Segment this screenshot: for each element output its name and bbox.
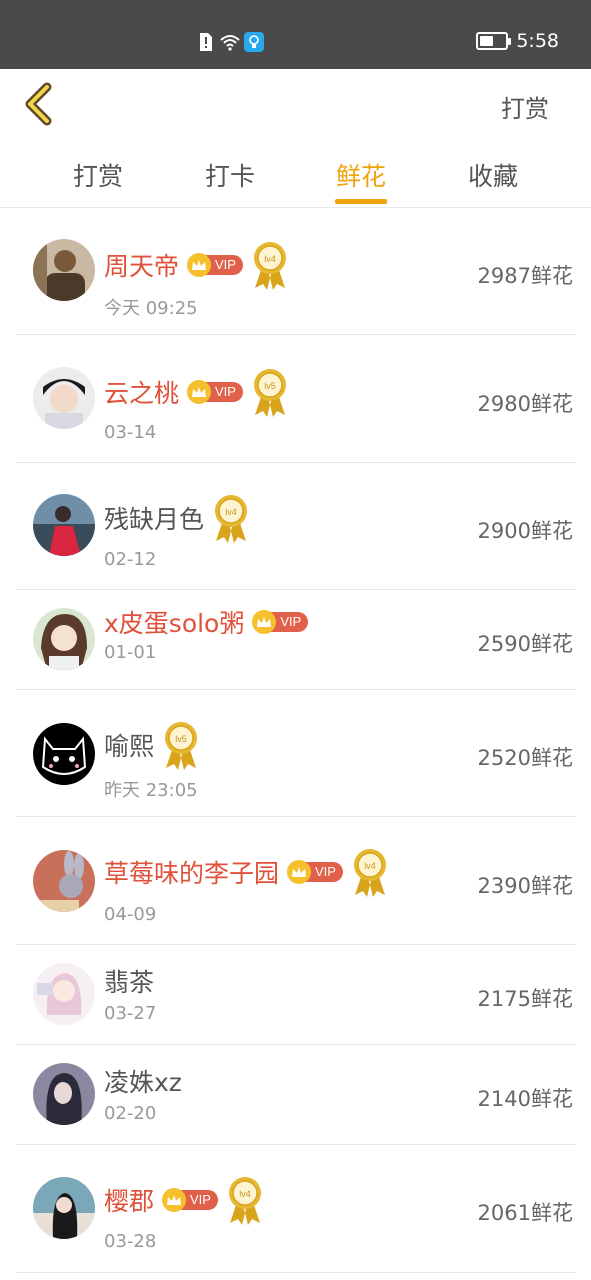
svg-text:lv4: lv4 [364,861,376,871]
avatar[interactable] [33,608,95,670]
status-bar: 5:58 [0,0,591,69]
vip-badge: VIP [187,253,243,277]
user-name: 周天帝 [104,252,180,281]
svg-text:lv5: lv5 [175,734,187,744]
level-medal-icon: lv4 [253,242,286,290]
user-name: 翡茶 [104,968,155,997]
user-name: x皮蛋solo粥 [104,609,245,638]
flower-count: 2987鲜花 [477,264,573,288]
level-medal-icon: lv5 [253,369,286,417]
svg-text:lv4: lv4 [225,507,237,517]
level-medal-icon: lv5 [165,722,198,770]
crown-icon [287,860,312,884]
crown-icon [162,1188,187,1212]
user-name: 草莓味的李子园 [104,859,280,888]
date-label: 昨天 23:05 [104,780,198,801]
flower-count: 2175鲜花 [477,987,573,1011]
user-name: 凌姝xz [104,1068,182,1097]
flower-count: 2900鲜花 [477,519,573,543]
vip-badge: VIP [162,1188,218,1212]
flower-count: 2520鲜花 [477,746,573,770]
flower-count: 2980鲜花 [477,392,573,416]
avatar[interactable] [33,239,95,301]
avatar[interactable] [33,723,95,785]
avatar[interactable] [33,850,95,912]
avatar[interactable] [33,367,95,429]
vip-badge: VIP [187,380,243,404]
vip-badge: VIP [287,860,343,884]
tab-bar: 打赏 打卡 鲜花 收藏 [0,141,591,208]
list-item[interactable]: 残缺月色 lv4 02-12 2900鲜花 [16,463,575,590]
date-label: 02-12 [104,549,157,570]
flower-ranking-list: 周天帝 VIP lv4 今天 09:25 2987鲜花 云之桃 VIP lv5 … [0,208,591,1273]
flower-count: 2140鲜花 [477,1087,573,1111]
tab-reward[interactable]: 打赏 [58,157,138,193]
avatar[interactable] [33,1177,95,1239]
active-tab-indicator [335,199,387,204]
list-item[interactable]: 云之桃 VIP lv5 03-14 2980鲜花 [16,335,575,463]
list-item[interactable]: 凌姝xz 02-20 2140鲜花 [16,1045,575,1145]
wifi-icon [220,35,240,51]
crown-icon [187,380,212,404]
date-label: 02-20 [104,1103,157,1124]
flower-count: 2390鲜花 [477,874,573,898]
nav-bar: 打赏 [0,69,591,141]
tab-favorites[interactable]: 收藏 [453,157,533,193]
status-time: 5:58 [516,30,559,52]
flower-count: 2590鲜花 [477,632,573,656]
status-icons [196,32,264,52]
crown-icon [187,253,212,277]
flower-count: 2061鲜花 [477,1201,573,1225]
date-label: 04-09 [104,904,157,925]
user-name: 喻熙 [104,732,155,761]
list-item[interactable]: 草莓味的李子园 VIP lv4 04-09 2390鲜花 [16,817,575,945]
svg-text:lv4: lv4 [239,1189,251,1199]
battery-icon [476,32,512,50]
level-medal-icon: lv4 [228,1177,261,1225]
tab-flowers[interactable]: 鲜花 [321,157,401,193]
list-item[interactable]: 周天帝 VIP lv4 今天 09:25 2987鲜花 [16,208,575,335]
avatar[interactable] [33,494,95,556]
avatar[interactable] [33,963,95,1025]
back-arrow-icon[interactable] [20,81,60,127]
app-notification-icon [244,32,264,52]
date-label: 03-14 [104,422,157,443]
date-label: 01-01 [104,642,157,663]
list-item[interactable]: 樱郡 VIP lv4 03-28 2061鲜花 [16,1145,575,1273]
list-item[interactable]: x皮蛋solo粥 VIP 01-01 2590鲜花 [16,590,575,690]
svg-text:lv4: lv4 [264,254,276,264]
list-item[interactable]: 喻熙 lv5 昨天 23:05 2520鲜花 [16,690,575,817]
user-name: 樱郡 [104,1187,155,1216]
user-name: 残缺月色 [104,505,205,534]
svg-text:lv5: lv5 [264,381,276,391]
avatar[interactable] [33,1063,95,1125]
level-medal-icon: lv4 [353,849,386,897]
user-name: 云之桃 [104,379,180,408]
reward-button[interactable]: 打赏 [501,89,549,124]
tab-checkin[interactable]: 打卡 [190,157,270,193]
level-medal-icon: lv4 [215,495,248,543]
sim-alert-icon [200,33,212,51]
vip-badge: VIP [252,610,309,634]
date-label: 03-27 [104,1003,157,1024]
date-label: 03-28 [104,1231,157,1252]
list-item[interactable]: 翡茶 03-27 2175鲜花 [16,945,575,1045]
date-label: 今天 09:25 [104,298,198,319]
